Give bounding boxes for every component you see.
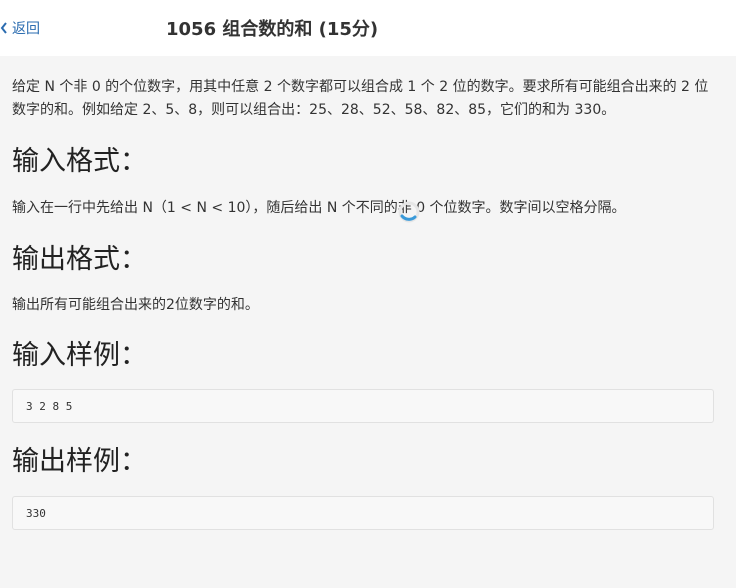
top-bar: 返回 1056 组合数的和 (15分) — [0, 0, 736, 56]
sample-input-box[interactable]: 3 2 8 5 — [12, 389, 714, 423]
problem-description: 给定 N 个非 0 的个位数字，用其中任意 2 个数字都可以组合成 1 个 2 … — [12, 79, 709, 118]
problem-content: 给定 N 个非 0 的个位数字，用其中任意 2 个数字都可以组合成 1 个 2 … — [12, 56, 722, 530]
sample-output-box[interactable]: 330 — [12, 496, 714, 530]
input-format-heading: 输入格式： — [12, 146, 147, 177]
sample-output-value: 330 — [26, 506, 46, 520]
loading-spinner-icon — [397, 200, 421, 224]
sample-input-value: 3 2 8 5 — [26, 399, 73, 413]
output-format-heading: 输出格式： — [12, 244, 147, 275]
output-format-text: 输出所有可能组合出来的2位数字的和。 — [12, 297, 259, 313]
sample-output-heading: 输出样例： — [12, 446, 147, 477]
sample-input-heading: 输入样例： — [12, 340, 147, 371]
input-format-text: 输入在一行中先给出 N（1 < N < 10），随后给出 N 个不同的非 0 个… — [12, 200, 626, 216]
page-title: 1056 组合数的和 (15分) — [166, 19, 379, 40]
